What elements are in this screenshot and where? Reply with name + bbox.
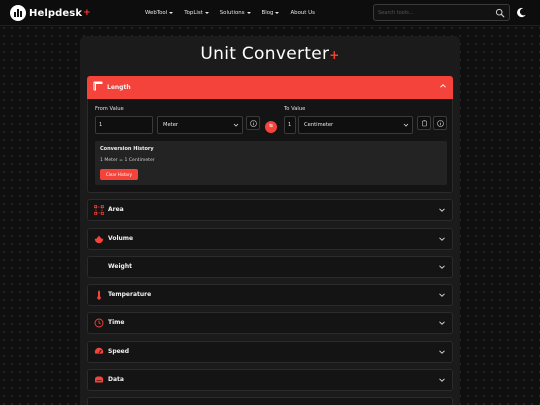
copy-result-button[interactable] (417, 116, 431, 130)
chevron-down-icon (439, 237, 445, 241)
nav-item-solutions[interactable]: Solutions (220, 10, 251, 16)
nav-item-label: WebTool (145, 10, 168, 16)
nav-item-label: Solutions (219, 10, 245, 16)
volume-icon (94, 234, 104, 244)
nav-item-label: Blog (261, 10, 274, 16)
brand-plus: + (83, 8, 91, 18)
swap-units-button[interactable]: ⇆ (265, 121, 277, 133)
nav-item-webtool[interactable]: WebTool (145, 10, 174, 16)
copy-icon (422, 120, 427, 127)
to-unit-value: Centimeter (304, 122, 334, 128)
info-icon (250, 120, 257, 127)
main-menu: WebTool TopList Solutions Blog About Us (145, 0, 326, 26)
converter-panel: Unit Converter+ Length From Value 1 Mete… (80, 36, 460, 405)
dark-mode-toggle-moon-icon[interactable] (516, 7, 527, 18)
accordion-label: Time (108, 319, 125, 326)
database-icon (95, 376, 103, 383)
info-icon (437, 120, 444, 127)
search-icon[interactable] (495, 8, 505, 18)
chevron-down-icon (439, 293, 445, 297)
chevron-down-icon (439, 350, 445, 354)
accordion-body-length: From Value 1 Meter ⇆ To Value 1 Centimet… (87, 99, 453, 193)
title-plus: + (329, 48, 340, 62)
clock-icon (94, 318, 104, 328)
accordion-header-volume[interactable]: Volume (87, 228, 453, 250)
accordion-label: Volume (108, 235, 134, 242)
chevron-down-icon (439, 378, 445, 382)
history-entry: 1 Meter = 1 Centimeter (100, 158, 155, 163)
accordion-header-area[interactable]: Area (87, 199, 453, 221)
caret-down-icon (246, 12, 251, 14)
ruler-icon (93, 81, 103, 91)
accordion-label: Weight (108, 263, 132, 270)
accordion-header-time[interactable]: Time (87, 312, 453, 334)
from-value-input[interactable]: 1 (95, 116, 153, 134)
nav-item-toplist[interactable]: TopList (184, 10, 209, 16)
accordion-label: Data (108, 376, 124, 383)
accordion-header-temperature[interactable]: Temperature (87, 284, 453, 306)
chevron-down-icon (403, 123, 409, 127)
nav-item-blog[interactable]: Blog (262, 10, 280, 16)
from-unit-value: Meter (163, 122, 179, 128)
brand-logo-link[interactable]: Helpdesk + (10, 5, 91, 21)
accordion-header-weight[interactable]: Weight (87, 256, 453, 278)
accordion-header-length[interactable]: Length (87, 76, 453, 99)
page-title: Unit Converter+ (80, 44, 460, 64)
chevron-down-icon (439, 208, 445, 212)
accordion-label: Length (107, 84, 131, 91)
to-unit-select[interactable]: Centimeter (298, 116, 413, 134)
search-box (373, 4, 510, 21)
nav-item-label: About Us (290, 10, 315, 16)
chevron-down-icon (233, 123, 239, 127)
nav-item-about-us[interactable]: About Us (290, 10, 314, 16)
chevron-down-icon (439, 265, 445, 269)
page-title-text: Unit Converter (200, 44, 330, 64)
caret-down-icon (169, 12, 174, 14)
caret-down-icon (204, 12, 209, 14)
accordion-header-data[interactable]: Data (87, 369, 453, 391)
accordion-header-speed[interactable]: Speed (87, 341, 453, 363)
accordion-label: Temperature (108, 291, 152, 298)
from-value-label: From Value (95, 106, 124, 112)
conversion-history: Conversion History 1 Meter = 1 Centimete… (95, 141, 447, 185)
from-unit-select[interactable]: Meter (157, 116, 243, 134)
history-title: Conversion History (100, 146, 154, 152)
from-info-button[interactable] (246, 116, 260, 130)
accordion-label: Area (108, 206, 124, 213)
clear-history-button[interactable]: Clear History (100, 169, 138, 180)
navbar: Helpdesk + WebTool TopList Solutions Blo… (0, 0, 540, 26)
helpdesk-logo-icon (10, 5, 26, 21)
to-value-input[interactable]: 1 (284, 116, 296, 134)
nav-item-label: TopList (184, 10, 203, 16)
search-input[interactable] (378, 7, 488, 18)
accordion-label: Speed (108, 348, 130, 355)
accordion-header-more[interactable] (87, 397, 453, 405)
chevron-down-icon (439, 321, 445, 325)
area-icon (94, 205, 104, 215)
to-value-label: To Value (284, 106, 306, 112)
to-info-button[interactable] (433, 116, 447, 130)
thermometer-icon (97, 290, 101, 300)
speedometer-icon (94, 347, 104, 357)
brand-name: Helpdesk (29, 7, 83, 19)
chevron-up-icon (440, 84, 446, 88)
caret-down-icon (275, 12, 280, 14)
